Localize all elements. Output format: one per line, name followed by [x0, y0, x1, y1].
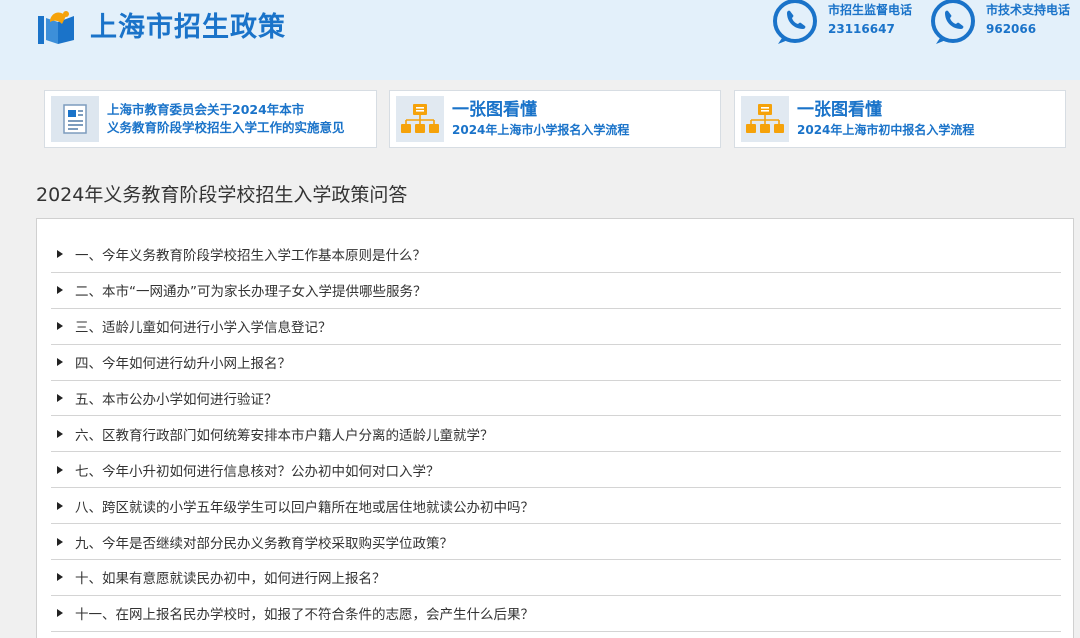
qa-item[interactable]: 九、今年是否继续对部分民办义务教育学校采取购买学位政策？ — [51, 524, 1061, 561]
qa-item[interactable]: 十、如果有意愿就读民办初中，如何进行网上报名？ — [51, 560, 1061, 596]
qa-panel: 一、今年义务教育阶段学校招生入学工作基本原则是什么？ 二、本市“一网通办”可为家… — [36, 218, 1074, 638]
qa-item[interactable]: 六、区教育行政部门如何统筹安排本市户籍人户分离的适龄儿童就学？ — [51, 416, 1061, 453]
qa-question: 六、区教育行政部门如何统筹安排本市户籍人户分离的适龄儿童就学？ — [75, 427, 494, 444]
qa-question: 一、今年义务教育阶段学校招生入学工作基本原则是什么？ — [75, 248, 426, 265]
card-subtitle: 2024年上海市初中报名入学流程 — [797, 123, 975, 137]
card-title: 一张图看懂 — [797, 100, 882, 120]
qa-item[interactable]: 八、跨区就读的小学五年级学生可以回户籍所在地或居住地就读公办初中吗？ — [51, 488, 1061, 525]
caret-right-icon — [57, 537, 63, 546]
qa-item[interactable]: 十一、在网上报名民办学校时，如报了不符合条件的志愿，会产生什么后果？ — [51, 596, 1061, 632]
qa-item[interactable]: 四、今年如何进行幼升小网上报名？ — [51, 345, 1061, 381]
hotline-label: 市招生监督电话 — [828, 3, 913, 17]
caret-right-icon — [57, 250, 63, 259]
qa-question: 四、今年如何进行幼升小网上报名？ — [75, 356, 291, 373]
qa-item[interactable]: 一、今年义务教育阶段学校招生入学工作基本原则是什么？ — [51, 237, 1061, 273]
card-title: 一张图看懂 — [452, 100, 537, 120]
caret-right-icon — [57, 322, 63, 331]
qa-question: 十、如果有意愿就读民办初中，如何进行网上报名？ — [75, 571, 386, 588]
book-logo-icon — [38, 11, 74, 44]
hotline-tech-support: 市技术支持电话 962066 — [928, 0, 1070, 46]
caret-right-icon — [57, 465, 63, 474]
flowchart-icon — [401, 104, 439, 133]
qa-question: 五、本市公办小学如何进行验证？ — [75, 392, 278, 408]
policy-document-card[interactable]: 上海市教育委员会关于2024年本市 义务教育阶段学校招生入学工作的实施意见 — [44, 90, 377, 148]
phone-bubble-icon — [931, 0, 975, 44]
card-line: 上海市教育委员会关于2024年本市 — [107, 102, 305, 117]
qa-question: 九、今年是否继续对部分民办义务教育学校采取购买学位政策？ — [75, 535, 453, 552]
site-logo[interactable]: 上海市招生政策 — [36, 8, 286, 48]
qa-item[interactable]: 三、适龄儿童如何进行小学入学信息登记？ — [51, 309, 1061, 345]
site-header: 上海市招生政策 市招生监督电话 23116647 市技术支持电话 962066 — [0, 0, 1080, 80]
caret-right-icon — [57, 429, 63, 438]
hotline-supervision: 市招生监督电话 23116647 — [770, 0, 912, 46]
flowchart-icon — [746, 104, 784, 133]
main-content: 上海市教育委员会关于2024年本市 义务教育阶段学校招生入学工作的实施意见 一张… — [0, 80, 1080, 638]
caret-right-icon — [57, 609, 63, 618]
document-icon — [63, 104, 87, 134]
caret-right-icon — [57, 501, 63, 510]
qa-question: 七、今年小升初如何进行信息核对？公办初中如何对口入学？ — [75, 463, 440, 480]
hotline-number: 962066 — [986, 22, 1037, 36]
phone-bubble-icon — [773, 0, 817, 44]
caret-right-icon — [57, 573, 63, 582]
flowchart-icon-box — [396, 96, 444, 142]
hotline-label: 市技术支持电话 — [986, 3, 1071, 17]
hotline-number: 23116647 — [828, 22, 895, 36]
qa-question: 八、跨区就读的小学五年级学生可以回户籍所在地或居住地就读公办初中吗？ — [75, 499, 534, 516]
qa-item[interactable]: 七、今年小升初如何进行信息核对？公办初中如何对口入学？ — [51, 452, 1061, 489]
card-line: 义务教育阶段学校招生入学工作的实施意见 — [107, 120, 345, 135]
qa-question: 十一、在网上报名民办学校时，如报了不符合条件的志愿，会产生什么后果？ — [75, 607, 534, 624]
site-title: 上海市招生政策 — [90, 12, 286, 43]
caret-right-icon — [57, 394, 63, 402]
primary-school-flow-card[interactable]: 一张图看懂 2024年上海市小学报名入学流程 — [389, 90, 721, 148]
section-title: 2024年义务教育阶段学校招生入学政策问答 — [36, 184, 408, 206]
qa-item[interactable]: 五、本市公办小学如何进行验证？ — [51, 381, 1061, 417]
flowchart-icon-box — [741, 96, 789, 142]
qa-question: 三、适龄儿童如何进行小学入学信息登记？ — [75, 320, 332, 337]
caret-right-icon — [57, 286, 63, 295]
qa-item[interactable]: 二、本市“一网通办”可为家长办理子女入学提供哪些服务？ — [51, 273, 1061, 309]
caret-right-icon — [57, 358, 63, 367]
qa-question: 二、本市“一网通办”可为家长办理子女入学提供哪些服务？ — [75, 284, 427, 301]
card-subtitle: 2024年上海市小学报名入学流程 — [452, 123, 630, 137]
qa-list: 一、今年义务教育阶段学校招生入学工作基本原则是什么？ 二、本市“一网通办”可为家… — [51, 237, 1061, 632]
middle-school-flow-card[interactable]: 一张图看懂 2024年上海市初中报名入学流程 — [734, 90, 1066, 148]
document-icon-box — [51, 96, 99, 142]
